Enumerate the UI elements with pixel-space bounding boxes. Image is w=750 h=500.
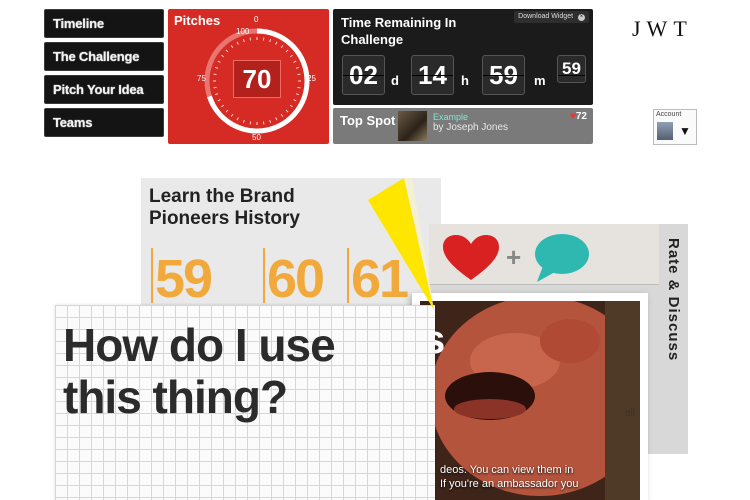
gauge-tick [285, 49, 289, 53]
video-caption-line2: If you're an ambassador you [440, 478, 579, 490]
gauge-label-50: 50 [252, 133, 261, 142]
gauge-tick [285, 109, 289, 113]
hours-unit: h [461, 73, 469, 88]
video-card: deos. You can view them in If you're an … [412, 293, 648, 500]
gauge-tick [225, 109, 229, 113]
gauge-tick [269, 119, 272, 124]
nav-the-challenge[interactable]: The Challenge [44, 42, 164, 71]
top-spot-likes: ♥72 [570, 111, 587, 122]
account-label: Account [656, 111, 682, 118]
year-divider [263, 248, 265, 303]
heart-icon [443, 235, 499, 280]
days-unit: d [391, 73, 399, 88]
close-icon[interactable]: × [578, 14, 585, 21]
video-caption: deos. You can view them in If you're an … [440, 463, 578, 491]
download-widget-label: Download Widget [518, 13, 574, 20]
hours-counter: 14 [411, 55, 454, 95]
video-frame[interactable]: deos. You can view them in If you're an … [420, 301, 640, 500]
seconds-counter: 59 [557, 55, 586, 83]
days-counter: 02 [342, 55, 385, 95]
gauge-tick [269, 38, 272, 43]
rate-discuss-label: Rate & Discuss [665, 238, 682, 362]
gauge-tick [236, 41, 239, 45]
nav-teams[interactable]: Teams [44, 108, 164, 137]
gauge-tick [293, 99, 297, 102]
how-to-card[interactable]: How do I use this thing? [55, 305, 435, 500]
gauge-tick [289, 104, 293, 108]
gauge-tick [221, 54, 225, 58]
gauge-label-25: 25 [307, 74, 316, 83]
top-spot-bar[interactable]: Top Spot Example by Joseph Jones ♥72 [333, 108, 593, 144]
nav-pitch-your-idea[interactable]: Pitch Your Idea [44, 75, 164, 104]
avatar [657, 122, 673, 140]
how-to-heading: How do I use this thing? [63, 319, 336, 423]
gauge-tick [289, 54, 293, 58]
gauge-tick [275, 117, 278, 121]
top-spot-author: by Joseph Jones [433, 122, 509, 133]
rate-divider [429, 284, 659, 285]
year-59: 59 [155, 249, 213, 309]
gauge-tick [242, 38, 245, 43]
gauge-tick [214, 66, 219, 69]
gauge-tick [293, 60, 297, 63]
gauge-tick [230, 45, 234, 49]
gauge-tick [217, 99, 221, 102]
pitches-widget: Pitches 70 0 100 25 50 75 [168, 9, 329, 144]
account-menu[interactable]: Account ▼ [653, 109, 697, 145]
gauge-tick [275, 41, 278, 45]
time-remaining-widget: Time Remaining In Challenge Download Wid… [333, 9, 593, 105]
gauge-tick [214, 93, 219, 96]
pitches-count: 70 [233, 60, 281, 98]
year-divider [151, 248, 153, 303]
top-spot-example-link[interactable]: Example [433, 112, 468, 122]
side-text-fragment: ell [625, 408, 636, 419]
jwt-logo[interactable]: JWT [632, 16, 693, 42]
year-61: 61 [351, 249, 409, 309]
time-remaining-title: Time Remaining In Challenge [341, 15, 457, 47]
main-nav: Timeline The Challenge Pitch Your Idea T… [44, 9, 164, 141]
gauge-tick [242, 119, 245, 124]
gauge-tick [225, 49, 229, 53]
gauge-tick [217, 60, 221, 63]
year-divider [347, 248, 349, 303]
gauge-tick [280, 113, 284, 117]
minutes-counter: 59 [482, 55, 525, 95]
history-title: Learn the Brand Pioneers History [149, 186, 300, 229]
gauge-label-100: 100 [236, 27, 250, 36]
gauge-tick [221, 104, 225, 108]
gauge-label-0: 0 [254, 15, 259, 24]
top-spot-label: Top Spot [340, 113, 396, 128]
plus-icon: + [506, 242, 522, 272]
gauge-tick [280, 45, 284, 49]
speech-bubble-icon [535, 234, 589, 282]
top-spot-thumbnail[interactable] [398, 111, 427, 141]
year-60: 60 [267, 249, 325, 309]
gauge-label-75: 75 [197, 74, 206, 83]
gauge-tick [230, 113, 234, 117]
download-widget-button[interactable]: Download Widget × [514, 11, 589, 23]
gauge-tick [295, 66, 300, 69]
top-spot-likes-count: 72 [575, 111, 587, 122]
video-caption-line1: deos. You can view them in [440, 464, 574, 476]
gauge-tick [236, 117, 239, 121]
gauge-tick [295, 93, 300, 96]
caret-down-icon[interactable]: ▼ [679, 124, 691, 138]
minutes-unit: m [534, 73, 546, 88]
nav-timeline[interactable]: Timeline [44, 9, 164, 38]
